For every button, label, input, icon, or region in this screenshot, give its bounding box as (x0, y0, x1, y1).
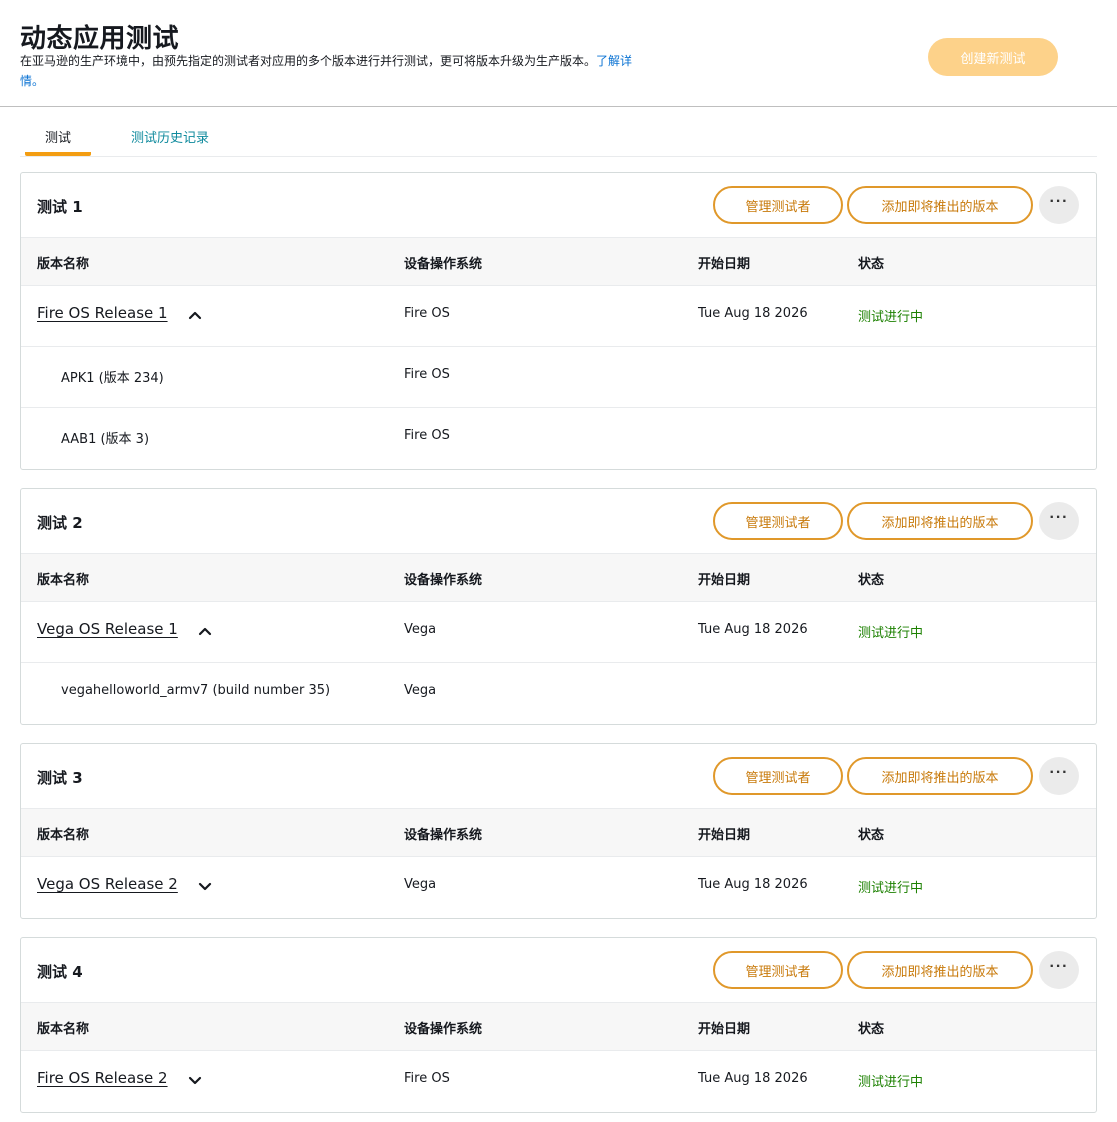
page-description: 在亚马逊的生产环境中，由预先指定的测试者对应用的多个版本进行并行测试，更可将版本… (20, 51, 650, 91)
column-header-status: 状态 (858, 1022, 885, 1037)
tab-test-history[interactable]: 测试历史记录 (131, 124, 209, 156)
test-card-header: 测试 2 管理测试者 添加即将推出的版本 ··· (21, 489, 1096, 554)
test-card: 测试 3 管理测试者 添加即将推出的版本 ··· 版本名称 设备操作系统 开始日期 状态 Veg… (20, 743, 1097, 919)
chevron-down-icon[interactable] (186, 1071, 204, 1089)
release-name-link[interactable]: Fire OS Release 2 (37, 1069, 168, 1087)
build-row: vegahelloworld_armv7 (build number 35) Ve… (21, 663, 1096, 724)
build-row: APK1 (版本 234) Fire OS (21, 347, 1096, 408)
status-text: 测试进行中 (858, 626, 924, 641)
test-title: 测试 2 (37, 514, 83, 532)
release-start-date: Tue Aug 18 2026 (698, 1071, 808, 1086)
release-start-date: Tue Aug 18 2026 (698, 622, 808, 637)
column-header-os: 设备操作系统 (404, 257, 483, 272)
release-start-date: Tue Aug 18 2026 (698, 306, 808, 321)
add-upcoming-version-button[interactable]: 添加即将推出的版本 (847, 951, 1033, 989)
more-actions-button[interactable]: ··· (1039, 502, 1079, 540)
test-card: 测试 2 管理测试者 添加即将推出的版本 ··· 版本名称 设备操作系统 开始日期 状态 Veg… (20, 488, 1097, 725)
column-header-status: 状态 (858, 257, 885, 272)
page-title: 动态应用测试 (20, 24, 180, 54)
status-text: 测试进行中 (858, 310, 924, 325)
column-header-status: 状态 (858, 828, 885, 843)
release-start-date: Tue Aug 18 2026 (698, 877, 808, 892)
test-card-header: 测试 3 管理测试者 添加即将推出的版本 ··· (21, 744, 1096, 809)
column-header-start-date: 开始日期 (698, 573, 751, 588)
release-name-link[interactable]: Vega OS Release 1 (37, 620, 178, 638)
test-card: 测试 1 管理测试者 添加即将推出的版本 ··· 版本名称 设备操作系统 开始日期 状态 Fir… (20, 172, 1097, 470)
build-os: Vega (404, 683, 437, 698)
chevron-up-icon[interactable] (196, 622, 214, 640)
column-header-os: 设备操作系统 (404, 573, 483, 588)
more-actions-button[interactable]: ··· (1039, 757, 1079, 795)
description-text: 在亚马逊的生产环境中，由预先指定的测试者对应用的多个版本进行并行测试，更可将版本… (20, 54, 597, 68)
release-row: Vega OS Release 2 Vega Tue Aug 18 2026 测试进行… (21, 857, 1096, 918)
test-card: 测试 4 管理测试者 添加即将推出的版本 ··· 版本名称 设备操作系统 开始日期 状态 Fir… (20, 937, 1097, 1113)
table-header: 版本名称 设备操作系统 开始日期 状态 (21, 554, 1096, 602)
column-header-os: 设备操作系统 (404, 828, 483, 843)
build-name: AAB1 (版本 3) (61, 432, 150, 447)
build-os: Fire OS (404, 428, 450, 443)
chevron-up-icon[interactable] (186, 306, 204, 324)
manage-testers-button[interactable]: 管理测试者 (713, 502, 843, 540)
release-os: Fire OS (404, 306, 450, 321)
column-header-name: 版本名称 (37, 828, 90, 843)
test-card-header: 测试 4 管理测试者 添加即将推出的版本 ··· (21, 938, 1096, 1003)
add-upcoming-version-button[interactable]: 添加即将推出的版本 (847, 502, 1033, 540)
add-upcoming-version-button[interactable]: 添加即将推出的版本 (847, 757, 1033, 795)
column-header-name: 版本名称 (37, 573, 90, 588)
create-test-button[interactable]: 创建新测试 (928, 38, 1058, 76)
build-os: Fire OS (404, 367, 450, 382)
release-name-link[interactable]: Fire OS Release 1 (37, 304, 168, 322)
test-title: 测试 3 (37, 769, 83, 787)
column-header-os: 设备操作系统 (404, 1022, 483, 1037)
tab-tests[interactable]: 测试 (25, 124, 91, 156)
release-name-link[interactable]: Vega OS Release 2 (37, 875, 178, 893)
column-header-name: 版本名称 (37, 257, 90, 272)
column-header-name: 版本名称 (37, 1022, 90, 1037)
build-name: vegahelloworld_armv7 (build number 35) (61, 683, 331, 698)
status-text: 测试进行中 (858, 881, 924, 896)
table-body: Fire OS Release 2 Fire OS Tue Aug 18 2026 测… (21, 1051, 1096, 1112)
column-header-start-date: 开始日期 (698, 1022, 751, 1037)
release-os: Vega (404, 622, 437, 637)
test-card-header: 测试 1 管理测试者 添加即将推出的版本 ··· (21, 173, 1096, 238)
column-header-start-date: 开始日期 (698, 828, 751, 843)
table-body: Fire OS Release 1 Fire OS Tue Aug 18 2026 测… (21, 286, 1096, 469)
table-header: 版本名称 设备操作系统 开始日期 状态 (21, 238, 1096, 286)
add-upcoming-version-button[interactable]: 添加即将推出的版本 (847, 186, 1033, 224)
page-header: 动态应用测试 在亚马逊的生产环境中，由预先指定的测试者对应用的多个版本进行并行测… (0, 0, 1117, 107)
manage-testers-button[interactable]: 管理测试者 (713, 186, 843, 224)
release-row: Fire OS Release 1 Fire OS Tue Aug 18 2026 测… (21, 286, 1096, 347)
table-header: 版本名称 设备操作系统 开始日期 状态 (21, 1003, 1096, 1051)
table-body: Vega OS Release 2 Vega Tue Aug 18 2026 测试进行… (21, 857, 1096, 918)
release-os: Vega (404, 877, 437, 892)
column-header-start-date: 开始日期 (698, 257, 751, 272)
build-name: APK1 (版本 234) (61, 371, 164, 386)
table-body: Vega OS Release 1 Vega Tue Aug 18 2026 测试进行… (21, 602, 1096, 724)
test-title: 测试 4 (37, 963, 83, 981)
column-header-status: 状态 (858, 573, 885, 588)
manage-testers-button[interactable]: 管理测试者 (713, 951, 843, 989)
release-os: Fire OS (404, 1071, 450, 1086)
more-actions-button[interactable]: ··· (1039, 951, 1079, 989)
release-row: Fire OS Release 2 Fire OS Tue Aug 18 2026 测… (21, 1051, 1096, 1112)
table-header: 版本名称 设备操作系统 开始日期 状态 (21, 809, 1096, 857)
test-title: 测试 1 (37, 198, 83, 216)
tab-bar: 测试 测试历史记录 (20, 124, 1097, 157)
release-row: Vega OS Release 1 Vega Tue Aug 18 2026 测试进行… (21, 602, 1096, 663)
status-text: 测试进行中 (858, 1075, 924, 1090)
more-actions-button[interactable]: ··· (1039, 186, 1079, 224)
manage-testers-button[interactable]: 管理测试者 (713, 757, 843, 795)
build-row: AAB1 (版本 3) Fire OS (21, 408, 1096, 469)
chevron-down-icon[interactable] (196, 877, 214, 895)
